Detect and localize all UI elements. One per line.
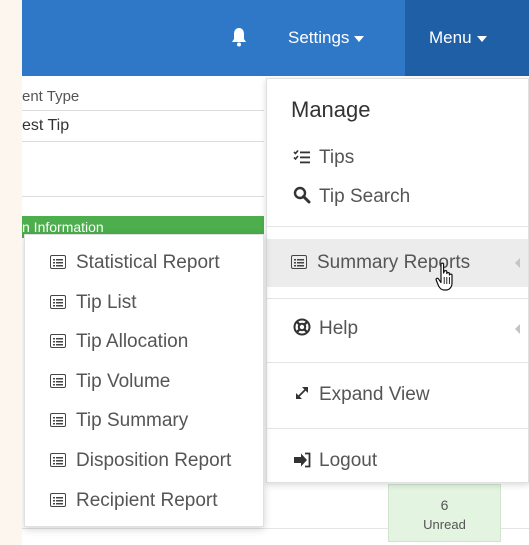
submenu-item-label: Recipient Report: [76, 490, 218, 511]
menu-item-expand-view[interactable]: Expand View: [291, 384, 430, 406]
menu-item-tips[interactable]: Tips: [291, 147, 354, 169]
divider: [22, 196, 264, 197]
settings-dropdown[interactable]: Settings: [288, 28, 365, 48]
submenu-item-statistical-report[interactable]: Statistical Report: [50, 252, 220, 274]
submenu-item-label: Tip Volume: [76, 371, 171, 392]
menu-divider: [267, 428, 528, 429]
hand-cursor-icon: [435, 262, 453, 291]
list-icon: [291, 255, 307, 269]
caret-left-icon: [515, 258, 520, 268]
submenu-item-tip-summary[interactable]: Tip Summary: [50, 410, 188, 432]
list-icon: [50, 453, 66, 467]
submenu-item-tip-list[interactable]: Tip List: [50, 292, 137, 314]
caret-down-icon: [476, 35, 487, 42]
menu-item-label: Logout: [319, 450, 378, 471]
menu-divider: [267, 226, 528, 227]
list-icon: [50, 374, 66, 388]
checklist-icon: [293, 149, 310, 164]
menu-item-tip-search[interactable]: Tip Search: [291, 186, 410, 208]
submenu-item-tip-allocation[interactable]: Tip Allocation: [50, 331, 188, 353]
list-icon: [50, 255, 66, 269]
divider: [22, 110, 264, 111]
divider: [22, 141, 264, 142]
menu-item-label: Tip Search: [319, 186, 411, 207]
menu-divider: [267, 298, 528, 299]
menu-item-label: Tips: [319, 147, 355, 168]
logout-icon: [294, 452, 311, 468]
caret-down-icon: [354, 35, 365, 42]
submenu-item-label: Statistical Report: [76, 252, 220, 273]
menu-item-help[interactable]: Help: [291, 318, 358, 340]
summary-reports-submenu: Statistical Report Tip List Tip Allocati…: [24, 234, 264, 527]
lifebuoy-icon: [293, 318, 311, 336]
settings-label: Settings: [288, 28, 350, 47]
submenu-item-label: Tip List: [76, 292, 137, 313]
unread-count: 6: [440, 497, 449, 513]
submenu-item-recipient-report[interactable]: Recipient Report: [50, 490, 218, 512]
unread-badge[interactable]: 6 Unread: [388, 484, 501, 542]
expand-icon: [296, 387, 308, 399]
list-icon: [50, 413, 66, 427]
menu-divider: [267, 362, 528, 363]
list-icon: [50, 493, 66, 507]
section-title: n Information: [22, 219, 104, 235]
menu-item-label: Help: [319, 318, 359, 339]
menu-item-label: Expand View: [319, 384, 430, 405]
field-value: est Tip: [22, 117, 70, 134]
submenu-item-tip-volume[interactable]: Tip Volume: [50, 371, 170, 393]
menu-dropdown[interactable]: Menu: [429, 28, 487, 48]
caret-left-icon: [515, 324, 520, 334]
unread-label: Unread: [423, 517, 466, 532]
main-menu: Manage Tips Tip Search Summary Reports H…: [266, 78, 529, 483]
list-icon: [50, 334, 66, 348]
submenu-item-label: Disposition Report: [76, 450, 232, 471]
submenu-item-label: Tip Summary: [76, 410, 189, 431]
field-label: ent Type: [22, 88, 80, 105]
submenu-item-label: Tip Allocation: [76, 331, 189, 352]
submenu-item-disposition-report[interactable]: Disposition Report: [50, 450, 231, 472]
top-navbar: Settings Menu: [22, 0, 529, 76]
bell-icon[interactable]: [231, 27, 247, 47]
menu-label: Menu: [429, 28, 472, 47]
menu-heading: Manage: [291, 97, 371, 122]
search-icon: [293, 186, 311, 204]
list-icon: [50, 295, 66, 309]
page: Settings Menu ent Type est Tip n Informa…: [22, 0, 529, 545]
menu-item-logout[interactable]: Logout: [291, 450, 377, 472]
